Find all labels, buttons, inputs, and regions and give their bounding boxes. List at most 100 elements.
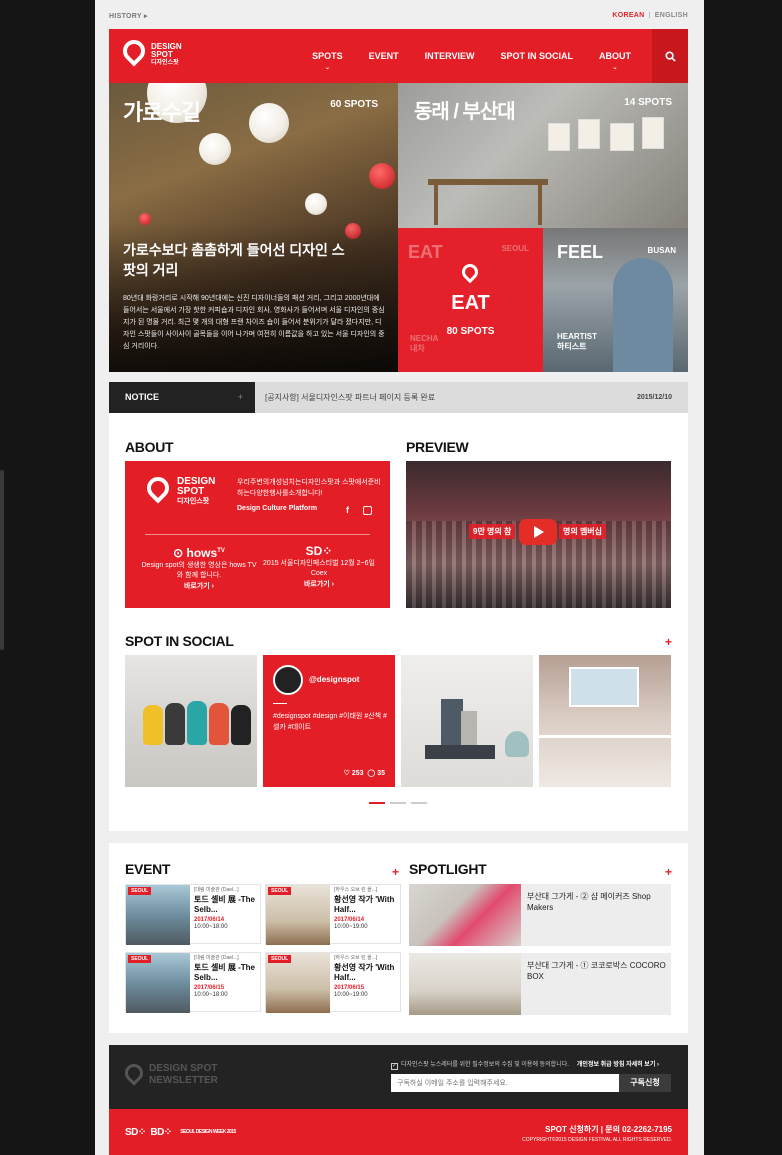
hero-feel[interactable]: FEEL BUSAN HEARTIST 하티스트 <box>543 228 688 372</box>
nav-social-label: SPOT IN SOCIAL <box>500 51 573 61</box>
nav-interview-label: INTERVIEW <box>424 51 475 61</box>
nav-spots[interactable]: SPOTS ⌄ <box>299 29 356 83</box>
social-tile[interactable] <box>401 655 533 787</box>
table-decoration <box>434 185 438 225</box>
about-logo-line3: 디자인스팟 <box>177 498 210 505</box>
search-button[interactable] <box>652 29 688 83</box>
social-tile[interactable] <box>539 655 671 787</box>
event-card[interactable]: SEOUL [대림 미술관 (Dael...] 토드 셀비 展 -The Selb… <box>125 952 261 1013</box>
email-input[interactable] <box>391 1074 619 1092</box>
event-card[interactable]: SEOUL [하우스 오브 린 을...] 황선영 작가 'With Half..… <box>265 952 401 1013</box>
logo-line3: 디자인스팟 <box>151 60 179 66</box>
event-info: [하우스 오브 린 을...] 황선영 작가 'With Half... 2017/… <box>334 955 400 999</box>
about-logo-line2: SPOT <box>177 486 205 497</box>
spotlight-more-plus[interactable]: + <box>665 865 672 879</box>
notice-message[interactable]: [공지사항] 서울디자인스팟 파트너 페이지 등록 완료 <box>265 382 435 413</box>
newsletter-line2: NEWSLETTER <box>149 1075 218 1086</box>
poster-decoration <box>642 117 664 149</box>
event-more-plus[interactable]: + <box>392 865 399 879</box>
city-badge: SEOUL <box>268 887 292 895</box>
event-card[interactable]: SEOUL [대림 미술관 (Dael...] 토드 셀비 展 -The Selb… <box>125 884 261 945</box>
object-decoration <box>441 699 463 747</box>
carousel-dots <box>369 802 427 804</box>
lamp-decoration <box>199 133 231 165</box>
play-icon <box>534 526 544 538</box>
event-spotlight-panel: EVENT + SPOTLIGHT + SEOUL [대림 미술관 (Dael.… <box>109 843 688 1033</box>
instagram-icon[interactable] <box>363 506 372 515</box>
history-link[interactable]: HISTORY ▸ <box>109 12 148 20</box>
shelf-decoration <box>539 735 671 738</box>
figure-decoration <box>143 705 163 745</box>
footer-links[interactable]: SPOT 신청하기 | 문의 02-2262-7195 <box>545 1124 672 1135</box>
preview-title: PREVIEW <box>406 439 469 455</box>
nav-about-label: ABOUT <box>599 51 631 61</box>
lang-korean[interactable]: KOREAN <box>612 12 644 19</box>
lang-english[interactable]: ENGLISH <box>655 12 688 19</box>
carousel-dot[interactable] <box>390 802 406 804</box>
subscribe-button[interactable]: 구독신청 <box>619 1074 671 1092</box>
spotlight-thumbnail <box>409 953 521 1015</box>
notice-label[interactable]: NOTICE + <box>109 382 255 413</box>
spotlight-item[interactable]: 부산대 그가게 - ① 코코로박스 COCORO BOX <box>409 953 671 1015</box>
checkbox-icon[interactable]: ✓ <box>391 1063 398 1070</box>
event-name: 황선영 작가 'With Half... <box>334 895 395 914</box>
hows-sup: TV <box>217 548 225 554</box>
event-info: [하우스 오브 린 을...] 황선영 작가 'With Half... 2017/… <box>334 887 400 931</box>
hero-busan-dongrae[interactable]: 동래 / 부산대 14 SPOTS <box>398 83 688 228</box>
hero-eat[interactable]: EAT SEOUL EAT 80 SPOTS NECHA 내차 <box>398 228 543 372</box>
plus-icon[interactable]: + <box>238 382 243 413</box>
pin-icon <box>458 260 482 284</box>
newsletter-consent: ✓ 디자인스팟 뉴스레터를 위한 필수정보의 수집 및 이용에 동의합니다. 개인정… <box>391 1059 681 1070</box>
nav-spot-in-social[interactable]: SPOT IN SOCIAL <box>487 29 586 83</box>
top-bar: HISTORY ▸ KOREAN | ENGLISH <box>109 10 688 24</box>
social-tile-profile[interactable]: @designspot #designspot #design #이태원 #산책… <box>263 655 395 787</box>
hows-more-link[interactable]: 바로가기 › <box>139 582 259 592</box>
sdf-desc: 2015 서울디자인페스티벌 12월 2~6일 Coex <box>263 560 375 577</box>
preview-video[interactable]: 9만 명의 참 명의 멤버십 <box>406 461 671 608</box>
event-venue: [하우스 오브 린 을...] <box>334 955 378 961</box>
notice-label-text: NOTICE <box>125 392 160 402</box>
event-date: 2017/06/15 <box>334 985 365 991</box>
event-card[interactable]: SEOUL [하우스 오브 린 을...] 황선영 작가 'With Half..… <box>265 884 401 945</box>
nav-interview[interactable]: INTERVIEW <box>412 29 488 83</box>
eat-shop: NECHA 내차 <box>410 334 438 354</box>
nav-about[interactable]: ABOUT ⌄ <box>586 29 644 83</box>
spotlight-item[interactable]: 부산대 그가게 - ② 샵 메이커즈 Shop Makers <box>409 884 671 946</box>
social-divider <box>273 703 287 704</box>
event-name: 황선영 작가 'With Half... <box>334 963 395 982</box>
dress-decoration <box>613 258 673 372</box>
event-venue: [대림 미술관 (Dael...] <box>194 887 239 893</box>
sdf-logo: SD⁘ <box>305 544 333 558</box>
feel-shop-en: HEARTIST <box>557 332 597 341</box>
spotlight-thumbnail <box>409 884 521 946</box>
footer: SD⁘ BD⁘ SEOUL DESIGN WEEK 2015 SPOT 신청하기… <box>109 1109 688 1155</box>
social-tile[interactable] <box>125 655 257 787</box>
social-more-plus[interactable]: + <box>665 635 672 649</box>
event-venue: [대림 미술관 (Dael...] <box>194 955 239 961</box>
site-logo[interactable]: DESIGN SPOT 디자인스팟 <box>118 35 187 74</box>
hero-title: 가로수길 <box>123 100 201 125</box>
privacy-policy-link[interactable]: 개인정보 취급 방침 자세히 보기 › <box>577 1062 659 1068</box>
city-badge: SEOUL <box>128 955 152 963</box>
nav-event[interactable]: EVENT <box>356 29 412 83</box>
hows-brand: hows <box>186 546 218 560</box>
hero-count: 14 SPOTS <box>624 97 672 108</box>
play-button[interactable] <box>519 519 557 545</box>
lang-separator: | <box>648 12 651 19</box>
hero-garosugil[interactable]: 가로수길 60 SPOTS 가로수보다 촘촘하게 들어선 디자인 스팟의 거리 … <box>109 83 398 372</box>
logo-line2: SPOT <box>151 50 173 59</box>
chevron-down-icon: ⌄ <box>612 65 618 71</box>
lamp-decoration <box>305 193 327 215</box>
object-decoration <box>461 711 477 747</box>
feel-title: FEEL <box>557 242 604 262</box>
avatar <box>273 665 303 695</box>
object-decoration <box>505 731 529 757</box>
about-title: ABOUT <box>125 439 174 455</box>
social-stats: ♡ 253 ◯ 35 <box>344 769 385 777</box>
sdf-more-link[interactable]: 바로가기 › <box>259 580 379 590</box>
carousel-dot[interactable] <box>411 802 427 804</box>
carousel-dot[interactable] <box>369 802 385 804</box>
facebook-icon[interactable]: f <box>346 505 349 515</box>
event-info: [대림 미술관 (Dael...] 토드 셀비 展 -The Selb... 201… <box>194 887 260 931</box>
pin-icon <box>142 472 174 504</box>
